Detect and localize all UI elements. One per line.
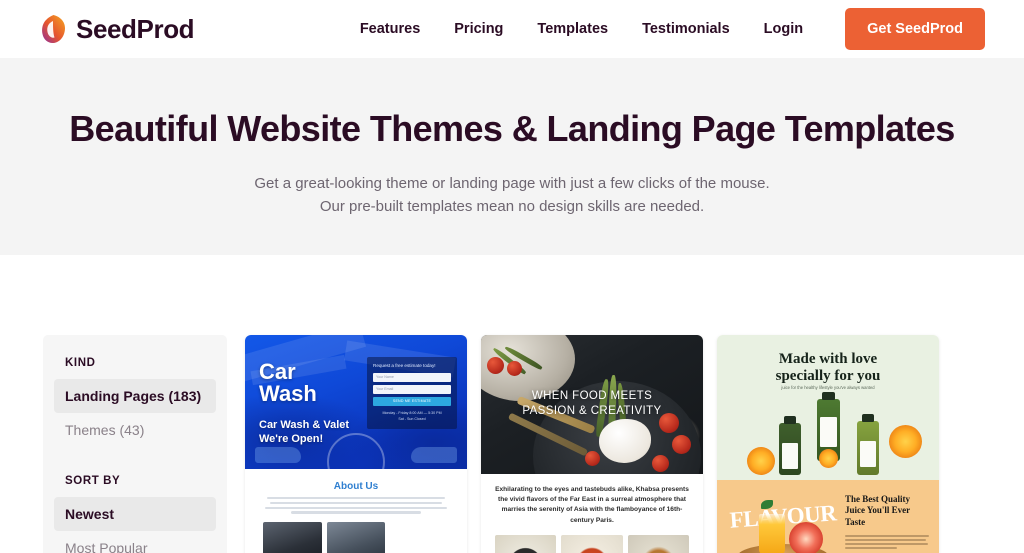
template-card-restaurant[interactable]: WHEN FOOD MEETS PASSION & CREATIVITY Exh… [481,335,703,553]
get-seedprod-button[interactable]: Get SeedProd [845,8,985,50]
orange-slice [889,425,922,458]
nav-link-features[interactable]: Features [343,21,437,37]
site-header: SeedProd Features Pricing Templates Test… [0,0,1024,58]
tomato [672,435,691,454]
filter-item-themes[interactable]: Themes (43) [54,413,216,447]
nav-link-testimonials[interactable]: Testimonials [625,21,747,37]
car-wash-heading: Car Wash [259,359,317,407]
filter-heading-sort-by: SORT BY [65,475,121,487]
juice-glass [759,514,785,553]
nav-link-login[interactable]: Login [747,21,820,37]
bottle-cap [862,414,874,422]
restaurant-description: Exhilarating to the eyes and tastebuds a… [495,486,689,524]
juice-copy: The Best Quality Juice You'll Ever Taste [845,494,929,552]
car-photo [390,522,449,553]
page-title: Beautiful Website Themes & Landing Page … [69,108,955,149]
estimate-form-label: Request a free estimate today! [373,363,436,368]
orange-slice [747,447,775,475]
seedprod-leaf-icon [40,14,67,44]
car-wash-subheading: Car Wash & Valet We're Open! [259,419,350,445]
car-headlight [255,447,301,463]
filter-group-sort-by: SORT BY Newest Most Popular [54,475,216,553]
juice-headline: Made with love specially for you [775,351,881,384]
template-grid: Car Wash Car Wash & Valet We're Open! Re… [245,335,984,553]
nav-link-templates[interactable]: Templates [520,21,625,37]
filter-item-most-popular[interactable]: Most Popular [54,531,216,553]
tomato [585,451,600,466]
flavour-graphic: FLAVOUR [723,494,841,553]
filter-item-landing-pages[interactable]: Landing Pages (183) [54,379,216,413]
grapefruit-half [789,522,823,553]
dish-photo [495,534,557,553]
placeholder-text-block [263,497,449,514]
tomato [487,357,504,374]
hero-subtitle: Get a great-looking theme or landing pag… [0,173,1024,218]
hero-section: Beautiful Website Themes & Landing Page … [0,58,1024,255]
juice-promo-section: FLAVOUR The Best Quality Juice You'll Ev… [717,480,939,553]
brand-name: SeedProd [76,13,195,44]
orange-slice [819,449,838,468]
main-navigation: Features Pricing Templates Testimonials … [343,8,985,50]
template-card-car-wash[interactable]: Car Wash Car Wash & Valet We're Open! Re… [245,335,467,553]
juice-bottle [779,416,801,475]
filter-heading-kind: KIND [65,357,96,369]
car-photo [263,521,322,553]
filter-group-kind: KIND Landing Pages (183) Themes (43) [54,357,216,447]
bottle-cap [784,416,796,424]
juice-preview: Made with love specially for you juice f… [717,335,939,480]
about-us-title: About Us [333,481,379,492]
email-field: Your Email [373,385,451,395]
main-content: KIND Landing Pages (183) Themes (43) SOR… [0,255,1024,553]
juice-tagline: juice for the healthy lifestyle you've a… [781,385,875,390]
dish-photo [627,534,689,553]
restaurant-headline: WHEN FOOD MEETS PASSION & CREATIVITY [522,390,662,417]
filter-sidebar: KIND Landing Pages (183) Themes (43) SOR… [43,335,227,553]
hero-subtitle-line-2: Our pre-built templates mean no design s… [319,197,705,215]
bottle-label [782,443,798,469]
nav-link-pricing[interactable]: Pricing [437,21,520,37]
tomato [652,455,669,472]
bottle-label [820,417,837,447]
restaurant-description-section: Exhilarating to the eyes and tastebuds a… [481,474,703,553]
template-card-juice[interactable]: Made with love specially for you juice f… [717,335,939,553]
car-photo-row [257,521,455,553]
car-photo [326,521,386,553]
estimate-form: Request a free estimate today! Your Name… [367,357,457,429]
juice-bottle [857,414,879,475]
bottle-cap [822,392,835,400]
bottle-label [860,441,876,467]
business-hours: Monday - Friday 8:00 AM — 5:30 PM Sat - … [382,411,442,421]
car-headlight [411,447,457,463]
placeholder-text-block [845,534,929,550]
car-wash-about-section: About Us [245,469,467,553]
filter-item-newest[interactable]: Newest [54,497,216,531]
dish-photo [561,534,623,553]
hero-subtitle-line-1: Get a great-looking theme or landing pag… [254,175,770,193]
restaurant-preview: WHEN FOOD MEETS PASSION & CREATIVITY [481,335,703,474]
send-estimate-button: SEND ME ESTIMATE [373,397,451,407]
name-field: Your Name [373,373,451,383]
brand-logo[interactable]: SeedProd [40,13,195,45]
tomato [507,361,522,376]
dish-photo-row [495,534,689,553]
juice-section-title: The Best Quality Juice You'll Ever Taste [845,494,911,527]
car-wash-preview: Car Wash Car Wash & Valet We're Open! Re… [245,335,467,469]
